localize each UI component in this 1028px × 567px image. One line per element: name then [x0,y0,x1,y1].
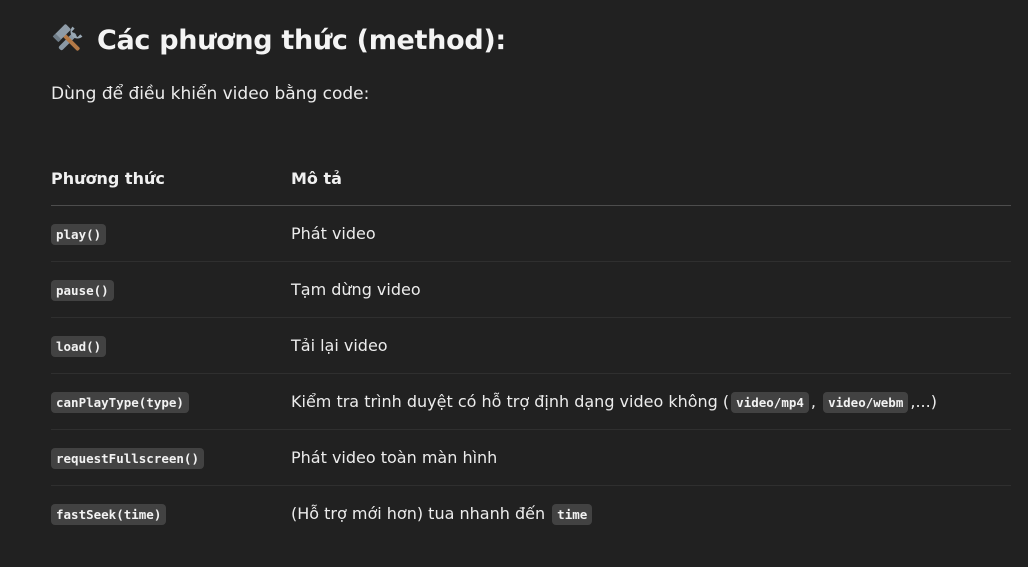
column-header-method: Phương thức [51,151,291,206]
method-cell: pause() [51,261,291,318]
table-row: fastSeek(time) (Hỗ trợ mới hơn) tua nhan… [51,486,1011,542]
inline-code: video/mp4 [731,392,809,413]
description-text: , [810,392,816,411]
table-row: load() Tải lại video [51,317,1011,374]
method-cell: fastSeek(time) [51,486,291,542]
description-cell: Kiểm tra trình duyệt có hỗ trợ định dạng… [291,373,1011,430]
page: { "heading": { "icon": "hammer-and-wrenc… [0,0,1028,567]
intro-text: Dùng để điều khiển video bằng code: [51,84,370,104]
methods-table: Phương thức Mô tả play() Phát video paus… [51,151,1011,541]
hammer-and-wrench-icon [51,22,87,58]
method-cell: play() [51,205,291,262]
method-code: requestFullscreen() [51,448,204,469]
column-header-description: Mô tả [291,151,1011,206]
table-row: requestFullscreen() Phát video toàn màn … [51,429,1011,486]
method-cell: canPlayType(type) [51,373,291,430]
method-code: pause() [51,280,114,301]
description-cell: Phát video toàn màn hình [291,429,1011,486]
table-row: play() Phát video [51,205,1011,262]
description-cell: Tạm dừng video [291,261,1011,318]
table-row: pause() Tạm dừng video [51,261,1011,318]
method-code: play() [51,224,107,245]
description-cell: Phát video [291,205,1011,262]
description-text: ,...) [910,392,937,411]
description-cell: (Hỗ trợ mới hơn) tua nhanh đến time [291,486,1011,542]
inline-code: time [552,504,593,525]
method-code: canPlayType(type) [51,392,189,413]
description-text: (Hỗ trợ mới hơn) tua nhanh đến [291,504,546,523]
section-title: Các phương thức (method): [97,24,506,56]
method-cell: load() [51,317,291,374]
method-code: load() [51,336,107,357]
description-cell: Tải lại video [291,317,1011,374]
description-text: Kiểm tra trình duyệt có hỗ trợ định dạng… [291,392,730,411]
inline-code: video/webm [823,392,909,413]
section-heading: Các phương thức (method): [51,20,506,60]
table-row: canPlayType(type) Kiểm tra trình duyệt c… [51,373,1011,430]
method-cell: requestFullscreen() [51,429,291,486]
method-code: fastSeek(time) [51,504,167,525]
table-header-row: Phương thức Mô tả [51,151,1011,206]
